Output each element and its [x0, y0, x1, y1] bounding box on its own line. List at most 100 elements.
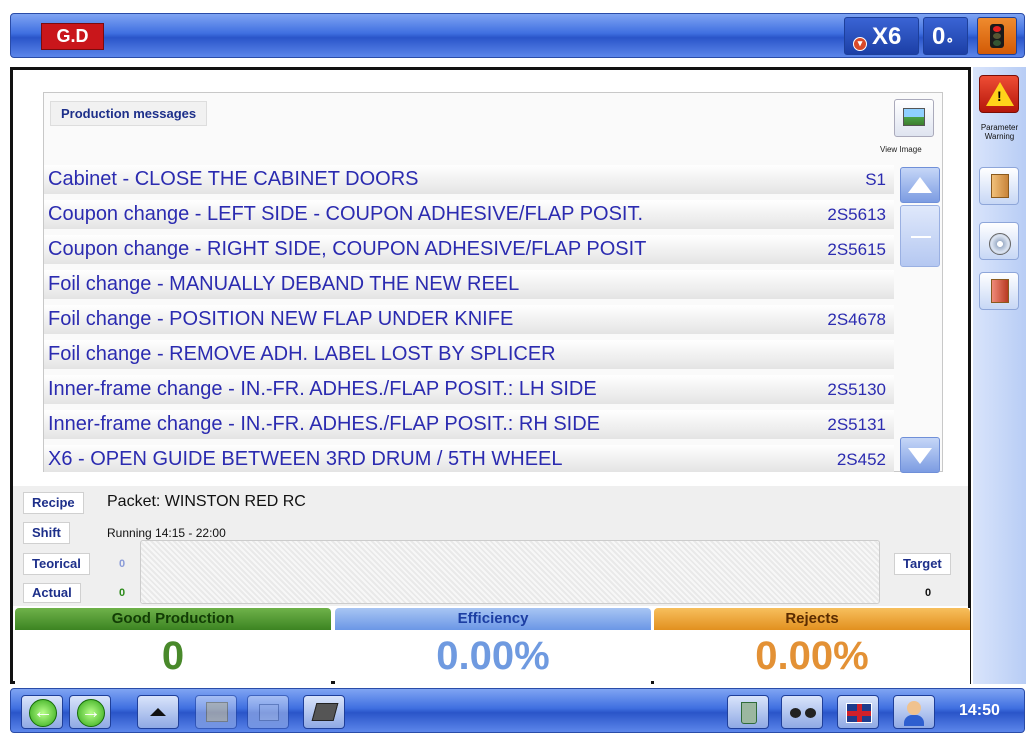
arrow-up-icon — [908, 177, 932, 193]
message-row[interactable]: Foil change - REMOVE ADH. LABEL LOST BY … — [44, 340, 894, 369]
top-toolbar: G.D ▾ X6 0∘ — [10, 13, 1025, 58]
counter-value: 0 — [932, 23, 946, 50]
message-code: 2S5613 — [827, 205, 886, 224]
scrollbar-thumb[interactable] — [900, 205, 940, 267]
packet-reject-icon — [991, 279, 1009, 303]
packet-icon — [991, 174, 1009, 198]
forward-button[interactable]: → — [69, 695, 111, 729]
kpi-header: Good Production — [15, 608, 331, 630]
scroll-up-button[interactable] — [900, 167, 940, 203]
packet-button[interactable] — [979, 167, 1019, 205]
clock: 14:50 — [959, 702, 1000, 719]
bottom-toolbar: ← → 14:50 — [10, 688, 1025, 733]
message-code: 2S5131 — [827, 415, 886, 434]
packet-reject-button[interactable] — [979, 272, 1019, 310]
main-panel: Production messages View Image Cabinet -… — [10, 67, 971, 684]
message-text: Coupon change - LEFT SIDE - COUPON ADHES… — [48, 203, 644, 225]
counter-button[interactable]: 0∘ — [923, 17, 968, 55]
scroll-down-button[interactable] — [900, 437, 940, 473]
documents-icon — [206, 702, 228, 722]
message-code: 2S4678 — [827, 310, 886, 329]
message-text: Foil change - POSITION NEW FLAP UNDER KN… — [48, 308, 514, 330]
home-icon — [259, 704, 279, 721]
message-code: 2S5130 — [827, 380, 886, 399]
counter-suffix: ∘ — [945, 31, 955, 47]
recipe-value: Packet: WINSTON RED RC — [107, 493, 306, 510]
warning-label-line2: Warning — [984, 132, 1015, 141]
parameter-warning-button[interactable]: ! — [979, 75, 1019, 113]
home-button[interactable] — [247, 695, 289, 729]
documents-button[interactable] — [195, 695, 237, 729]
glasses-icon — [790, 708, 801, 718]
recycle-bin-button[interactable] — [727, 695, 769, 729]
right-toolbar: ! Parameter Warning — [973, 67, 1026, 684]
warning-label-line1: Parameter — [980, 123, 1019, 132]
message-row[interactable]: Foil change - POSITION NEW FLAP UNDER KN… — [44, 305, 894, 334]
shift-label: Shift — [23, 522, 70, 544]
target-label: Target — [894, 553, 951, 575]
kpi-value: 0 — [161, 634, 185, 678]
uk-flag-icon — [846, 703, 872, 723]
triangle-up-icon — [150, 708, 166, 716]
message-text: Coupon change - RIGHT SIDE, COUPON ADHES… — [48, 238, 647, 260]
rejects-kpi: Rejects 0.00% — [654, 608, 970, 684]
kpi-value: 0.00% — [755, 634, 869, 678]
message-row[interactable]: Inner-frame change - IN.-FR. ADHES./FLAP… — [44, 410, 894, 439]
kpi-header: Efficiency — [335, 608, 651, 630]
warning-icon: ! — [986, 82, 1014, 106]
user-button[interactable] — [893, 695, 935, 729]
eject-button[interactable] — [137, 695, 179, 729]
arrow-left-icon: ← — [29, 699, 57, 727]
message-code: 2S5615 — [827, 240, 886, 259]
message-text: X6 - OPEN GUIDE BETWEEN 3RD DRUM / 5TH W… — [48, 448, 563, 470]
message-code: S1 — [865, 170, 886, 189]
user-icon — [907, 701, 921, 715]
message-row[interactable]: Foil change - MANUALLY DEBAND THE NEW RE… — [44, 270, 894, 299]
teorical-value: 0 — [119, 558, 126, 570]
parameter-warning-label: Parameter Warning — [973, 123, 1026, 141]
recycle-bin-icon — [741, 702, 757, 724]
message-text: Inner-frame change - IN.-FR. ADHES./FLAP… — [48, 413, 601, 435]
book-icon — [311, 703, 339, 721]
actual-label: Actual — [23, 583, 81, 603]
language-button[interactable] — [837, 695, 879, 729]
image-icon — [903, 108, 925, 126]
view-image-label: View Image — [880, 145, 922, 154]
traffic-light-icon — [990, 24, 1004, 48]
recipe-label: Recipe — [23, 492, 84, 514]
message-row[interactable]: Coupon change - RIGHT SIDE, COUPON ADHES… — [44, 235, 894, 264]
thumb-grip-icon — [911, 236, 931, 238]
machine-selector-button[interactable]: ▾ X6 — [844, 17, 919, 55]
kpi-header: Rejects — [654, 608, 970, 630]
glasses-button[interactable] — [781, 695, 823, 729]
message-text: Foil change - REMOVE ADH. LABEL LOST BY … — [48, 343, 556, 365]
shift-value: Running 14:15 - 22:00 — [107, 526, 226, 540]
message-text: Foil change - MANUALLY DEBAND THE NEW RE… — [48, 273, 520, 295]
actual-value: 0 — [119, 587, 126, 599]
manual-button[interactable] — [303, 695, 345, 729]
message-row[interactable]: X6 - OPEN GUIDE BETWEEN 3RD DRUM / 5TH W… — [44, 445, 894, 472]
message-text: Cabinet - CLOSE THE CABINET DOORS — [48, 168, 419, 190]
arrow-down-icon — [908, 448, 932, 464]
down-arrow-icon: ▾ — [853, 37, 867, 51]
machine-status-button[interactable] — [977, 17, 1017, 55]
message-text: Inner-frame change - IN.-FR. ADHES./FLAP… — [48, 378, 597, 400]
message-row[interactable]: Cabinet - CLOSE THE CABINET DOORS S1 — [44, 165, 894, 194]
efficiency-kpi: Efficiency 0.00% — [335, 608, 651, 684]
reel-temperature-button[interactable] — [979, 222, 1019, 260]
gd-logo: G.D — [41, 23, 104, 50]
good-production-kpi: Good Production 0 — [15, 608, 331, 684]
message-row[interactable]: Inner-frame change - IN.-FR. ADHES./FLAP… — [44, 375, 894, 404]
target-value: 0 — [925, 587, 932, 599]
machine-label: X6 — [872, 23, 902, 50]
panel-title: Production messages — [50, 101, 208, 126]
message-row[interactable]: Coupon change - LEFT SIDE - COUPON ADHES… — [44, 200, 894, 229]
teorical-label: Teorical — [23, 553, 90, 575]
message-code: 2S452 — [836, 450, 886, 469]
reel-icon — [989, 233, 1011, 255]
kpi-value: 0.00% — [436, 634, 550, 678]
view-image-button[interactable] — [894, 99, 934, 137]
back-button[interactable]: ← — [21, 695, 63, 729]
production-messages-panel: Production messages View Image Cabinet -… — [43, 92, 943, 473]
production-trend-chart — [140, 540, 880, 604]
